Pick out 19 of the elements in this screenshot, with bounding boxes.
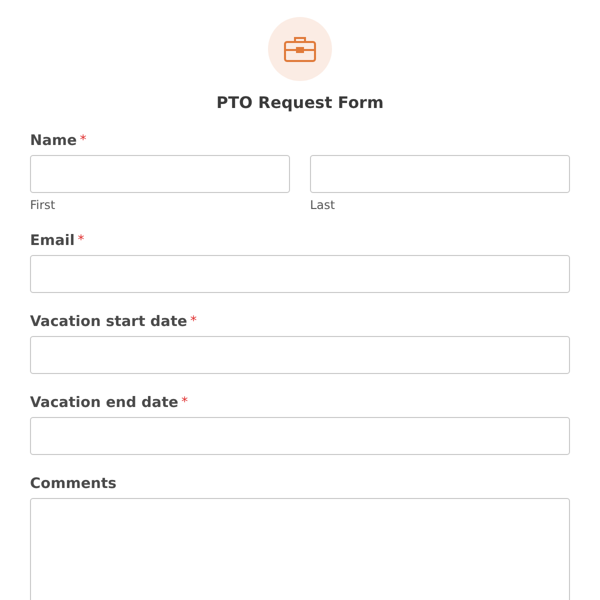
required-mark: * [78,233,84,248]
input-field[interactable] [30,336,570,374]
field-label: Vacation end date [30,395,178,411]
required-mark: * [80,133,86,148]
input-field[interactable] [310,155,570,193]
briefcase-icon [283,35,317,63]
sublabel: First [30,198,56,212]
input-field[interactable] [30,255,570,293]
field-label: Email [30,233,75,249]
field-label: Comments [30,476,117,492]
input-field[interactable] [30,417,570,455]
required-mark: * [190,314,197,329]
sublabel: Last [310,198,336,212]
field-label: Vacation start date [30,314,188,330]
required-mark: * [181,395,188,410]
comments-field[interactable] [30,498,570,600]
input-field[interactable] [30,155,290,193]
field-label: Name [30,133,77,149]
form-title: PTO Request Form [216,93,384,112]
